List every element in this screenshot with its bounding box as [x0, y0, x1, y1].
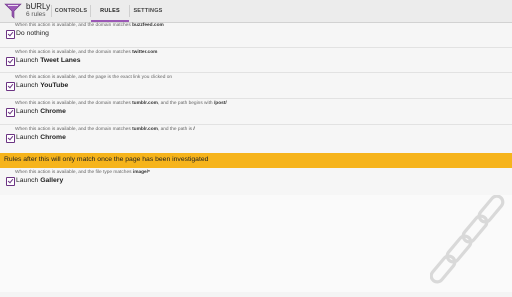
rule-enabled-checkbox[interactable] [6, 57, 15, 66]
rule-item[interactable]: When this action is available, and the f… [0, 170, 512, 196]
rule-condition: When this action is available, and the d… [15, 101, 227, 106]
divider [0, 72, 512, 73]
rule-action: Do nothing [16, 30, 49, 37]
tab-settings[interactable]: SETTINGS [130, 0, 166, 22]
app-title: bURLy [26, 2, 51, 11]
rule-action: Launch YouTube [16, 82, 69, 89]
rule-condition: When this action is available, and the d… [15, 23, 164, 28]
rule-enabled-checkbox[interactable] [6, 177, 15, 186]
banner-text: Rules after this will only match once th… [4, 156, 209, 163]
rule-enabled-checkbox[interactable] [6, 82, 15, 91]
rule-condition: When this action is available, and the f… [15, 170, 150, 175]
rule-enabled-checkbox[interactable] [6, 134, 15, 143]
app-subtitle: 6 rules [26, 11, 46, 18]
rule-enabled-checkbox[interactable] [6, 30, 15, 39]
rule-condition: When this action is available, and the d… [15, 50, 158, 55]
chain-link-icon [429, 194, 512, 292]
funnel-icon[interactable] [4, 3, 22, 19]
rule-enabled-checkbox[interactable] [6, 108, 15, 117]
tab-rules[interactable]: RULES [91, 0, 129, 22]
divider [0, 124, 512, 125]
rule-condition: When this action is available, and the p… [15, 75, 173, 80]
tab-controls[interactable]: CONTROLS [52, 0, 90, 22]
rule-item[interactable]: When this action is available, and the d… [0, 23, 512, 49]
divider [0, 47, 512, 48]
rule-action: Launch Chrome [16, 134, 66, 141]
rule-action: Launch Gallery [16, 177, 64, 184]
rule-item[interactable]: When this action is available, and the d… [0, 127, 512, 153]
rule-action: Launch Tweet Lanes [16, 57, 81, 64]
investigation-divider-banner: Rules after this will only match once th… [0, 153, 512, 168]
rule-action: Launch Chrome [16, 108, 66, 115]
action-bar: bURLy 6 rules CONTROLS RULES SETTINGS [0, 0, 512, 23]
rule-condition: When this action is available, and the d… [15, 127, 195, 132]
rules-list: When this action is available, and the d… [0, 23, 512, 195]
divider [0, 98, 512, 99]
